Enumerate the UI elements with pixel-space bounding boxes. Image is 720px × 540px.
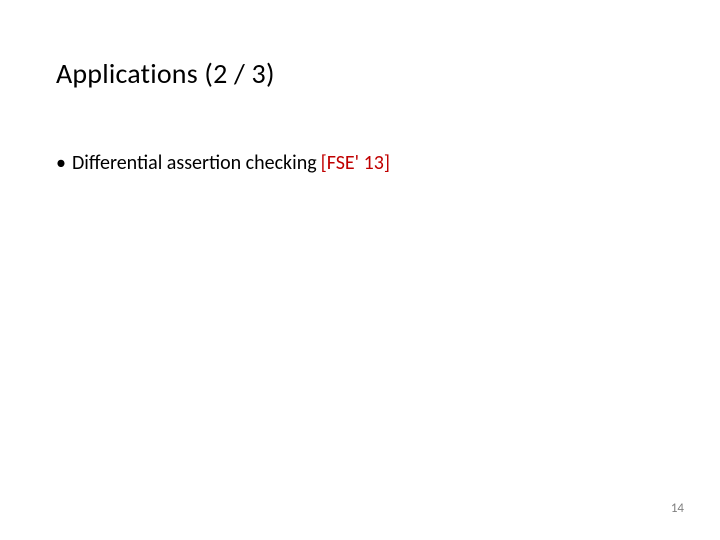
page-number: 14	[671, 501, 684, 516]
slide-title: Applications (2 / 3)	[56, 56, 664, 91]
bullet-marker: •	[56, 149, 66, 177]
bullet-citation: [FSE' 13]	[321, 149, 390, 177]
bullet-item: • Differential assertion checking [FSE' …	[56, 149, 664, 177]
slide-container: Applications (2 / 3) • Differential asse…	[0, 0, 720, 540]
bullet-text: Differential assertion checking	[72, 149, 317, 177]
